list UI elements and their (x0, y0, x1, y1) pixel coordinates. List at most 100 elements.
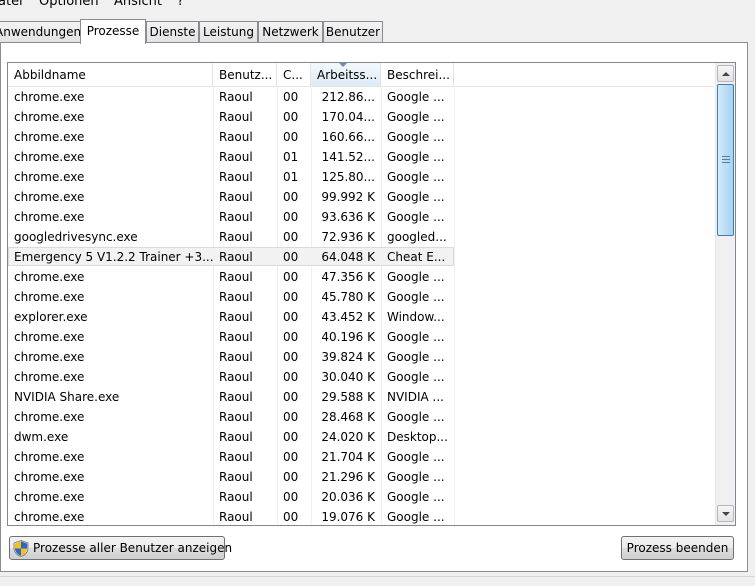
cell-cpu: 00 (283, 470, 299, 484)
table-row[interactable]: googledrivesync.exe Raoul 00 72.936 K google… (8, 227, 714, 247)
table-row[interactable]: chrome.exe Raoul 01 125.80... Google ... (8, 167, 714, 187)
column-header-user[interactable]: Benutz... (213, 63, 277, 86)
cell-working-set: 19.076 K (321, 510, 375, 524)
cell-user: Raoul (219, 350, 253, 364)
table-row[interactable]: chrome.exe Raoul 00 21.296 K Google ... (8, 467, 714, 487)
cell-description: NVIDIA ... (387, 390, 444, 404)
menu-file[interactable]: atei (0, 0, 23, 10)
cell-working-set: 160.66... (321, 130, 375, 144)
cell-image-name: chrome.exe (14, 290, 85, 304)
scroll-thumb[interactable] (717, 84, 734, 236)
cell-cpu: 00 (283, 510, 299, 524)
cell-image-name: chrome.exe (14, 210, 85, 224)
table-row[interactable]: chrome.exe Raoul 00 21.704 K Google ... (8, 447, 714, 467)
cell-description: Google ... (387, 170, 445, 184)
menu-view[interactable]: Ansicht (114, 0, 162, 10)
show-all-users-label: Prozesse aller Benutzer anzeigen (33, 541, 233, 555)
cell-cpu: 00 (283, 330, 299, 344)
table-row[interactable]: chrome.exe Raoul 00 47.356 K Google ... (8, 267, 714, 287)
table-row[interactable]: chrome.exe Raoul 00 28.468 K Google ... (8, 407, 714, 427)
menu-bar: atei Optionen Ansicht ? (0, 0, 755, 10)
cell-cpu: 00 (283, 110, 299, 124)
tab-processes[interactable]: Prozesse (80, 19, 146, 44)
cell-user: Raoul (219, 230, 253, 244)
cell-cpu: 00 (283, 270, 299, 284)
column-header-description[interactable]: Beschrei... (381, 63, 454, 86)
process-list[interactable]: Abbildname Benutz... C... Arbeitss... Be… (7, 62, 736, 526)
tab-network[interactable]: Netzwerk (258, 21, 323, 42)
table-row[interactable]: chrome.exe Raoul 00 170.04... Google ... (8, 107, 714, 127)
cell-description: Desktop... (387, 430, 448, 444)
table-row[interactable]: explorer.exe Raoul 00 43.452 K Window... (8, 307, 714, 327)
menu-help[interactable]: ? (177, 0, 184, 10)
end-process-button[interactable]: Prozess beenden (621, 536, 734, 560)
table-row[interactable]: dwm.exe Raoul 00 24.020 K Desktop... (8, 427, 714, 447)
cell-description: Google ... (387, 330, 445, 344)
column-header-working-set[interactable]: Arbeitss... (311, 63, 381, 86)
cell-working-set: 30.040 K (321, 370, 375, 384)
column-header-image-name[interactable]: Abbildname (8, 63, 213, 86)
cell-description: Google ... (387, 510, 445, 524)
table-row[interactable]: chrome.exe Raoul 00 20.036 K Google ... (8, 487, 714, 507)
cell-working-set: 64.048 K (321, 250, 375, 264)
cell-description: Google ... (387, 110, 445, 124)
cell-cpu: 00 (283, 390, 299, 404)
cell-image-name: chrome.exe (14, 510, 85, 524)
cell-cpu: 00 (283, 90, 299, 104)
tab-users[interactable]: Benutzer (323, 21, 383, 42)
tab-services[interactable]: Dienste (146, 21, 199, 42)
cell-user: Raoul (219, 90, 253, 104)
cell-image-name: chrome.exe (14, 370, 85, 384)
scroll-down-arrow-icon (721, 511, 730, 516)
cell-user: Raoul (219, 490, 253, 504)
cell-description: Google ... (387, 410, 445, 424)
table-row[interactable]: chrome.exe Raoul 00 39.824 K Google ... (8, 347, 714, 367)
process-rows: chrome.exe Raoul 00 212.86... Google ... chro… (8, 87, 714, 525)
cell-cpu: 00 (283, 130, 299, 144)
table-row[interactable]: chrome.exe Raoul 00 45.780 K Google ... (8, 287, 714, 307)
table-row[interactable]: NVIDIA Share.exe Raoul 00 29.588 K NVIDIA ..… (8, 387, 714, 407)
scroll-down-button[interactable] (717, 505, 734, 522)
cell-image-name: chrome.exe (14, 150, 85, 164)
table-row[interactable]: chrome.exe Raoul 00 40.196 K Google ... (8, 327, 714, 347)
table-row[interactable]: chrome.exe Raoul 01 141.52... Google ... (8, 147, 714, 167)
table-row[interactable]: chrome.exe Raoul 00 19.076 K Google ... (8, 507, 714, 525)
cell-image-name: chrome.exe (14, 170, 85, 184)
table-row[interactable]: Emergency 5 V1.2.2 Trainer +3... Raoul 00 6… (8, 247, 714, 267)
cell-cpu: 00 (283, 410, 299, 424)
cell-description: Google ... (387, 130, 445, 144)
column-header-working-set-label: Arbeitss... (317, 68, 378, 82)
cell-user: Raoul (219, 470, 253, 484)
tab-applications[interactable]: Anwendungen (0, 21, 81, 42)
cell-description: Google ... (387, 90, 445, 104)
cell-cpu: 00 (283, 230, 299, 244)
cell-description: Google ... (387, 350, 445, 364)
table-row[interactable]: chrome.exe Raoul 00 212.86... Google ... (8, 87, 714, 107)
scroll-up-button[interactable] (717, 65, 734, 82)
cell-user: Raoul (219, 170, 253, 184)
cell-working-set: 212.86... (321, 90, 375, 104)
cell-working-set: 47.356 K (321, 270, 375, 284)
cell-working-set: 45.780 K (321, 290, 375, 304)
cell-user: Raoul (219, 190, 253, 204)
cell-description: googled... (387, 230, 447, 244)
table-row[interactable]: chrome.exe Raoul 00 30.040 K Google ... (8, 367, 714, 387)
cell-user: Raoul (219, 250, 253, 264)
show-all-users-button[interactable]: Prozesse aller Benutzer anzeigen (9, 536, 232, 560)
cell-working-set: 28.468 K (321, 410, 375, 424)
tab-performance[interactable]: Leistung (199, 21, 258, 42)
cell-user: Raoul (219, 290, 253, 304)
table-row[interactable]: chrome.exe Raoul 00 160.66... Google ... (8, 127, 714, 147)
cell-working-set: 29.588 K (321, 390, 375, 404)
cell-image-name: NVIDIA Share.exe (14, 390, 120, 404)
table-row[interactable]: chrome.exe Raoul 00 99.992 K Google ... (8, 187, 714, 207)
column-header-cpu[interactable]: C... (277, 63, 311, 86)
table-row[interactable]: chrome.exe Raoul 00 93.636 K Google ... (8, 207, 714, 227)
cell-description: Google ... (387, 370, 445, 384)
vertical-scrollbar[interactable] (715, 63, 735, 525)
cell-cpu: 00 (283, 450, 299, 464)
cell-cpu: 00 (283, 190, 299, 204)
cell-description: Google ... (387, 270, 445, 284)
cell-image-name: chrome.exe (14, 490, 85, 504)
menu-options[interactable]: Optionen (39, 0, 99, 10)
